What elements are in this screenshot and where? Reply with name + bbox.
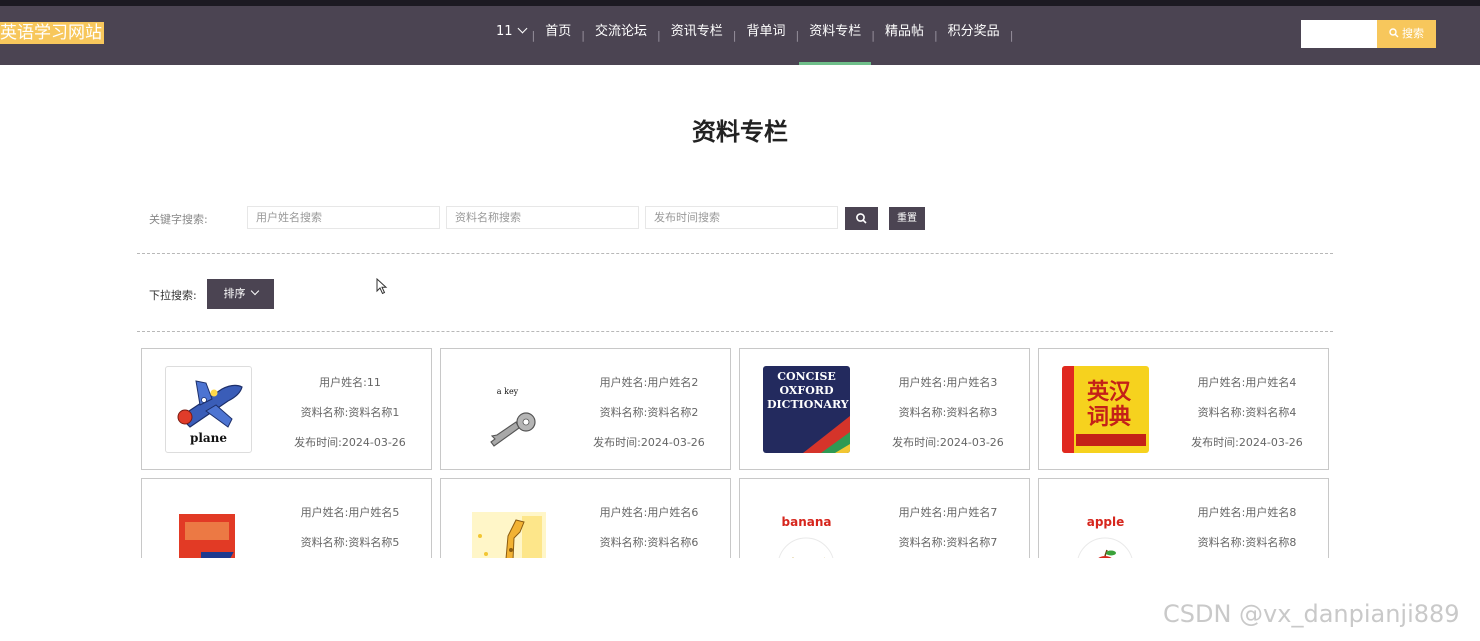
material-card[interactable]: banana 用户姓名:用户姓名7 资料名称:资料名称7 [739, 478, 1030, 558]
watermark: CSDN @vx_danpianji889 [1163, 600, 1460, 628]
material-thumbnail: plane [165, 366, 252, 453]
book-spine [1062, 366, 1074, 453]
nav-item-news[interactable]: 资讯专栏 [661, 6, 733, 65]
material-card[interactable]: plane 用户姓名:11 资料名称:资料名称1 发布时间:2024-03-26 [141, 348, 432, 470]
card-material-name: 资料名称:资料名称5 [300, 536, 400, 549]
nav-divider: | [1009, 29, 1014, 42]
material-card[interactable]: a key 用户姓名:用户姓名2 资料名称:资料名称2 发布时间:2024-03… [440, 348, 731, 470]
publish-date-search-input[interactable] [645, 206, 838, 229]
card-material-name: 资料名称:资料名称6 [599, 536, 699, 549]
material-thumbnail [464, 496, 551, 558]
nav-item-materials[interactable]: 资料专栏 [799, 6, 872, 65]
mouse-cursor-icon [376, 278, 388, 295]
card-publish-date: 发布时间:2024-03-26 [294, 436, 406, 449]
search-button[interactable] [845, 207, 878, 230]
key-image [490, 412, 536, 447]
main-nav: 11 | 首页 | 交流论坛 | 资讯专栏 | 背单词 | 资料专栏 | 精品帖… [488, 6, 1013, 65]
sort-dropdown-label: 排序 [223, 287, 246, 300]
sort-dropdown-button[interactable]: 排序 [207, 279, 274, 309]
nav-item-featured-posts[interactable]: 精品帖 [875, 6, 934, 65]
thumbnail-caption: a key [496, 387, 519, 396]
material-thumbnail: banana [763, 496, 850, 558]
page-title: 资料专栏 [692, 118, 788, 146]
card-user-name: 用户姓名:用户姓名8 [1197, 506, 1297, 519]
nav-item-forum[interactable]: 交流论坛 [585, 6, 657, 65]
nav-item-vocabulary[interactable]: 背单词 [736, 6, 795, 65]
card-material-name: 资料名称:资料名称2 [599, 406, 699, 419]
thumbnail-caption: 英汉词典 [1086, 380, 1131, 430]
oxford-dictionary-image [803, 416, 850, 453]
nav-item-home[interactable]: 首页 [535, 6, 581, 65]
thumbnail-caption: banana [781, 515, 832, 529]
material-thumbnail: 英汉词典 [1062, 366, 1149, 453]
card-user-name: 用户姓名:11 [319, 376, 381, 389]
book-banner [1076, 434, 1146, 446]
card-material-name: 资料名称:资料名称1 [300, 406, 400, 419]
material-card[interactable]: 英汉词典 用户姓名:用户姓名4 资料名称:资料名称4 发布时间:2024-03-… [1038, 348, 1329, 470]
material-card[interactable]: apple 用户姓名:用户姓名8 资料名称:资料名称8 [1038, 478, 1329, 558]
search-icon [856, 213, 867, 224]
material-name-search-input[interactable] [446, 206, 639, 229]
top-search-input[interactable] [1301, 20, 1377, 48]
card-user-name: 用户姓名:用户姓名5 [300, 506, 400, 519]
card-publish-date: 发布时间:2024-03-26 [892, 436, 1004, 449]
card-publish-date: 发布时间:2024-03-26 [593, 436, 705, 449]
card-user-name: 用户姓名:用户姓名2 [599, 376, 699, 389]
divider [137, 331, 1333, 332]
card-material-name: 资料名称:资料名称4 [1197, 406, 1297, 419]
material-card[interactable]: 用户姓名:用户姓名5 资料名称:资料名称5 [141, 478, 432, 558]
user-name-search-input[interactable] [247, 206, 440, 229]
material-thumbnail: apple [1062, 496, 1149, 558]
materials-grid: plane 用户姓名:11 资料名称:资料名称1 发布时间:2024-03-26… [137, 344, 1337, 558]
keyword-search-label: 关键字搜索: [149, 213, 208, 226]
user-name: 11 [496, 24, 513, 39]
material-card[interactable]: CONCISE OXFORD DICTIONARY 用户姓名:用户姓名3 资料名… [739, 348, 1030, 470]
user-menu[interactable]: 11 [488, 6, 532, 65]
material-thumbnail: a key [464, 366, 551, 453]
divider [137, 253, 1333, 254]
material-thumbnail [165, 496, 252, 558]
chevron-down-icon [517, 23, 527, 34]
material-thumbnail: CONCISE OXFORD DICTIONARY [763, 366, 850, 453]
card-user-name: 用户姓名:用户姓名7 [898, 506, 998, 519]
dropdown-search-label: 下拉搜索: [149, 289, 197, 302]
reset-button[interactable]: 重置 [889, 207, 925, 230]
card-material-name: 资料名称:资料名称7 [898, 536, 998, 549]
material-card[interactable]: 用户姓名:用户姓名6 资料名称:资料名称6 [440, 478, 731, 558]
card-publish-date: 发布时间:2024-03-26 [1191, 436, 1303, 449]
thumbnail-caption: plane [189, 431, 228, 445]
chevron-down-icon [250, 286, 259, 296]
card-user-name: 用户姓名:用户姓名4 [1197, 376, 1297, 389]
top-search-button-label: 搜索 [1402, 27, 1424, 40]
site-logo[interactable]: 英语学习网站 [0, 22, 104, 44]
card-user-name: 用户姓名:用户姓名6 [599, 506, 699, 519]
thumbnail-caption: apple [1086, 515, 1125, 529]
giraffe-image [472, 512, 546, 558]
card-user-name: 用户姓名:用户姓名3 [898, 376, 998, 389]
navbar: 英语学习网站 11 | 首页 | 交流论坛 | 资讯专栏 | 背单词 | 资料专… [0, 6, 1480, 65]
search-icon [1389, 28, 1399, 38]
red-book-image [179, 514, 235, 558]
top-search-button[interactable]: 搜索 [1377, 20, 1436, 48]
card-material-name: 资料名称:资料名称3 [898, 406, 998, 419]
nav-item-rewards[interactable]: 积分奖品 [938, 6, 1010, 65]
card-material-name: 资料名称:资料名称8 [1197, 536, 1297, 549]
